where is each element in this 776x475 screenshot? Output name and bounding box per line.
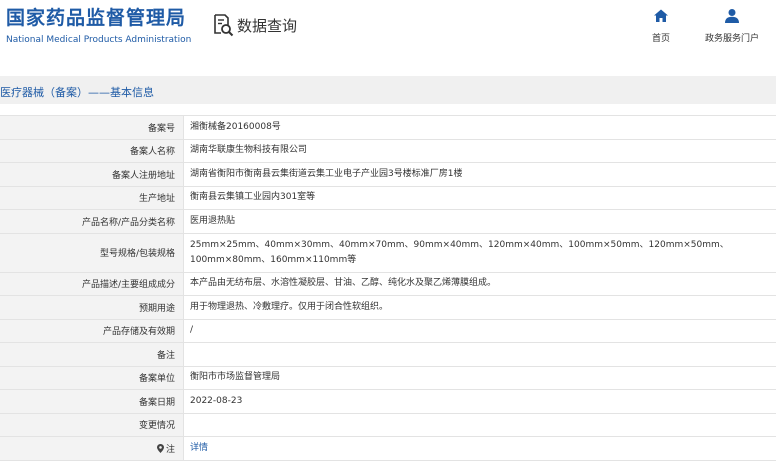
table-row: 备案号 湘衡械备20160008号 (0, 116, 776, 140)
row-value: 衡南县云集镇工业园内301室等 (190, 192, 316, 203)
site-logo[interactable]: 国家药品监督管理局 National Medical Products Admi… (6, 6, 191, 47)
nav-home[interactable]: 首页 (648, 8, 674, 44)
row-value: 湖南省衡阳市衡南县云集街道云集工业电子产业园3号楼标准厂房1楼 (190, 168, 463, 179)
row-value: / (190, 325, 194, 336)
table-row: 备案单位 衡阳市市场监督管理局 (0, 366, 776, 390)
pin-icon (156, 443, 164, 453)
row-label: 注 (0, 437, 184, 460)
details-link[interactable]: 详情 (184, 437, 776, 460)
row-value: 25mm×25mm、40mm×30mm、40mm×70mm、90mm×40mm、… (190, 239, 729, 265)
section-title: 医疗器械（备案）——基本信息 (0, 86, 154, 99)
user-icon (724, 8, 740, 24)
row-label: 产品名称/产品分类名称 (0, 210, 184, 233)
row-value: 2022-08-23 (190, 395, 243, 406)
note-label: 注 (165, 444, 175, 455)
nav-service-portal-label: 政务服务门户 (704, 34, 759, 44)
table-row: 产品描述/主要组成成分 本产品由无纺布层、水溶性凝胶层、甘油、乙醇、纯化水及聚乙… (0, 272, 776, 296)
data-query-label: 数据查询 (237, 16, 298, 35)
document-search-icon (212, 13, 234, 37)
table-row: 变更情况 (0, 413, 776, 437)
row-value: 用于物理退热、冷敷理疗。仅用于闭合性软组织。 (190, 301, 389, 312)
nav-home-label: 首页 (651, 34, 670, 44)
table-row: 型号规格/包装规格 25mm×25mm、40mm×30mm、40mm×70mm、… (0, 233, 776, 273)
logo-chinese-name: 国家药品监督管理局 (6, 7, 187, 29)
table-row: 备案人注册地址 湖南省衡阳市衡南县云集街道云集工业电子产业园3号楼标准厂房1楼 (0, 163, 776, 187)
row-label: 备注 (0, 343, 184, 366)
table-row: 预期用途 用于物理退热、冷敷理疗。仅用于闭合性软组织。 (0, 296, 776, 320)
row-label: 备案人名称 (0, 139, 184, 162)
row-label: 生产地址 (0, 186, 184, 209)
row-value: 湘衡械备20160008号 (190, 121, 281, 132)
logo-english-name: National Medical Products Administration (6, 35, 192, 45)
row-value (184, 343, 776, 366)
row-value: 衡阳市市场监督管理局 (190, 372, 281, 383)
row-label: 型号规格/包装规格 (0, 233, 184, 272)
row-label: 备案号 (0, 116, 184, 139)
nav-service-portal[interactable]: 政务服务门户 (700, 8, 764, 44)
row-label: 产品存储及有效期 (0, 319, 184, 342)
section-band: 医疗器械（备案）——基本信息 (0, 76, 776, 104)
row-label: 预期用途 (0, 296, 184, 319)
row-value (184, 414, 776, 437)
site-header: 国家药品监督管理局 National Medical Products Admi… (0, 0, 776, 58)
data-query-title: 数据查询 (212, 12, 297, 38)
row-label: 备案单位 (0, 366, 184, 389)
row-value: 湖南华联康生物科技有限公司 (190, 145, 308, 156)
home-icon (653, 8, 669, 24)
row-label: 备案人注册地址 (0, 163, 184, 186)
row-label: 备案日期 (0, 390, 184, 413)
row-value: 医用退热贴 (190, 215, 236, 226)
table-row: 生产地址 衡南县云集镇工业园内301室等 (0, 186, 776, 210)
row-label: 产品描述/主要组成成分 (0, 272, 184, 295)
table-row: 备案人名称 湖南华联康生物科技有限公司 (0, 139, 776, 163)
row-value: 本产品由无纺布层、水溶性凝胶层、甘油、乙醇、纯化水及聚乙烯薄膜组成。 (190, 278, 497, 289)
table-row: 产品名称/产品分类名称 医用退热贴 (0, 210, 776, 234)
table-row: 备注 (0, 343, 776, 367)
row-label: 变更情况 (0, 413, 184, 436)
table-row: 备案日期 2022-08-23 (0, 390, 776, 414)
table-row: 产品存储及有效期 / (0, 319, 776, 343)
table-row: 注 详情 (0, 437, 776, 461)
info-table: 备案号 湘衡械备20160008号 备案人名称 湖南华联康生物科技有限公司 备案… (0, 115, 776, 461)
